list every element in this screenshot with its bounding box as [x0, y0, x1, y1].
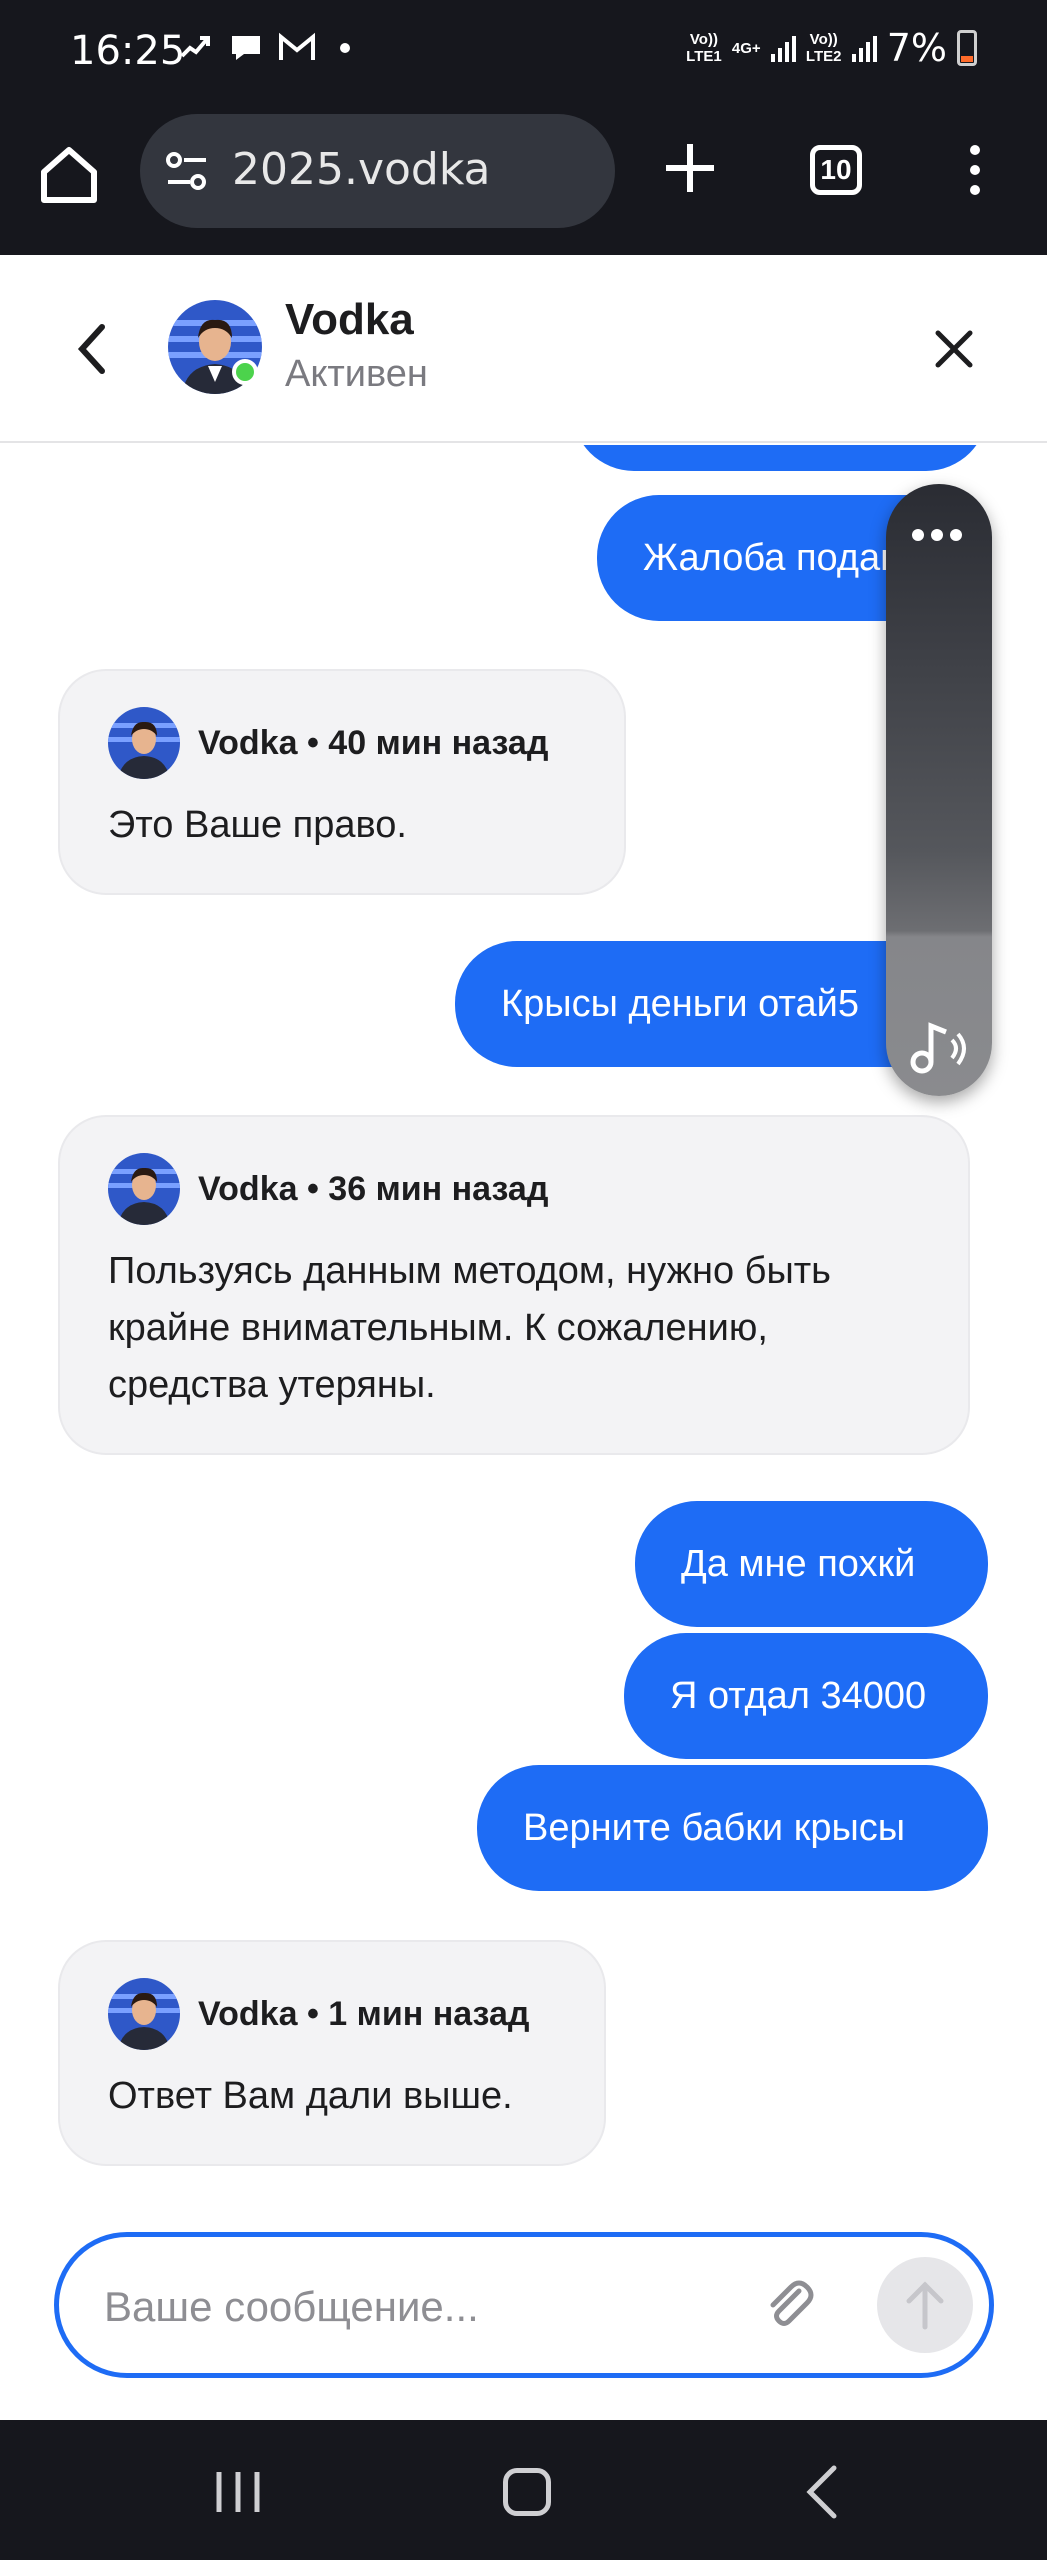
paperclip-icon[interactable] [759, 2275, 819, 2335]
battery-icon [957, 30, 977, 66]
incoming-message: Vodka • 36 мин назад Пользуясь данным ме… [58, 1115, 970, 1455]
message-meta: Vodka • 40 мин назад [198, 723, 549, 762]
chat-header: Vodka Активен [0, 255, 1047, 443]
recent-apps-icon[interactable] [213, 2470, 263, 2514]
contact-name: Vodka [285, 295, 414, 344]
outgoing-message: Да мне похкй [635, 1501, 988, 1627]
address-bar[interactable]: 2025.vodka [140, 114, 615, 228]
send-button[interactable] [877, 2257, 973, 2353]
message-meta: Vodka • 1 мин назад [198, 1994, 530, 2033]
sim1-network-icon: Vo)) LTE1 [686, 31, 722, 65]
more-notifications-dot [340, 43, 350, 53]
nav-back-icon[interactable] [802, 2464, 842, 2520]
outgoing-message: Я отдал 34000 [624, 1633, 988, 1759]
sim2-label: Vo)) LTE2 [805, 31, 842, 65]
message-text: Это Ваше право. [108, 804, 407, 846]
sim2-network-icon: Vo)) LTE2 [806, 31, 842, 65]
sim1-type-label: 4G+ [731, 39, 761, 57]
signal-bars-2-icon [851, 34, 877, 62]
contact-status: Активен [285, 353, 428, 395]
chat-bubble-icon [232, 36, 260, 60]
battery-percent: 7% [886, 26, 947, 70]
message-composer [54, 2232, 994, 2378]
message-input[interactable] [104, 2267, 724, 2347]
plus-icon[interactable] [660, 138, 720, 198]
message-text: Ответ Вам дали выше. [108, 2075, 513, 2117]
status-bar: 16:25 Vo)) LTE1 4G+ Vo)) LTE2 7% [0, 0, 1047, 110]
missed-call-icon [180, 36, 210, 58]
more-horiz-icon[interactable] [912, 529, 962, 541]
url-text[interactable]: 2025.vodka [232, 144, 491, 195]
message-meta: Vodka • 36 мин назад [198, 1169, 549, 1208]
more-vert-icon[interactable] [960, 140, 990, 200]
chevron-left-icon[interactable] [68, 319, 116, 379]
notification-icons [178, 30, 350, 66]
sim1-type-icon: 4G+ [732, 40, 761, 57]
browser-toolbar: 2025.vodka 10 [0, 110, 1047, 255]
outgoing-message [572, 445, 988, 471]
incoming-message: Vodka • 1 мин назад Ответ Вам дали выше. [58, 1940, 606, 2166]
gmail-icon [279, 32, 315, 60]
arrow-up-icon [906, 2281, 944, 2330]
home-icon[interactable] [36, 142, 102, 208]
music-note-icon[interactable] [908, 1016, 972, 1076]
system-nav-bar [0, 2420, 1047, 2560]
nav-home-icon[interactable] [503, 2468, 551, 2516]
status-time: 16:25 [70, 28, 186, 74]
sim1-label: Vo)) LTE1 [686, 31, 722, 65]
avatar [108, 1153, 180, 1225]
avatar [108, 1978, 180, 2050]
close-icon[interactable] [930, 325, 978, 373]
avatar [108, 707, 180, 779]
page: 16:25 Vo)) LTE1 4G+ Vo)) LTE2 7% 2025.vo… [0, 0, 1047, 2560]
tune-icon[interactable] [164, 148, 210, 194]
signal-bars-1-icon [770, 34, 796, 62]
message-text: Пользуясь данным методом, нужно быть кра… [108, 1250, 831, 1406]
status-right: Vo)) LTE1 4G+ Vo)) LTE2 7% [686, 26, 977, 70]
outgoing-message: Верните бабки крысы [477, 1765, 988, 1891]
incoming-message: Vodka • 40 мин назад Это Ваше право. [58, 669, 626, 895]
floating-media-widget[interactable] [886, 484, 992, 1096]
online-indicator [232, 359, 258, 385]
tabs-icon[interactable]: 10 [810, 145, 862, 195]
